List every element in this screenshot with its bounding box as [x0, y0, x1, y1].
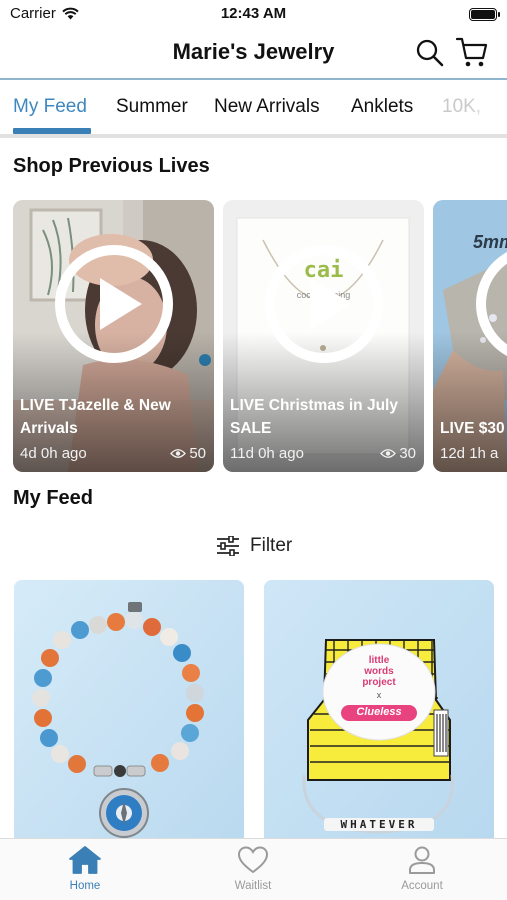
previous-lives-heading: Shop Previous Lives	[13, 155, 210, 177]
play-icon	[54, 245, 173, 363]
tabs-fade	[467, 82, 507, 132]
live-title: LIVE TJazelle & New Arrivals	[20, 397, 171, 437]
filter-sliders-icon	[217, 536, 239, 556]
tab-anklets[interactable]: Anklets	[351, 96, 413, 118]
nav-home-label: Home	[69, 880, 101, 892]
view-count-label: 50	[189, 445, 206, 462]
view-count-label: 30	[399, 445, 416, 462]
tab-summer[interactable]: Summer	[116, 96, 188, 118]
live-time-ago: 4d 0h ago	[20, 445, 87, 462]
nav-account[interactable]: Account	[372, 845, 472, 892]
tag-x: x	[376, 690, 382, 700]
tabs-divider	[0, 134, 507, 138]
live-time-ago: 12d 1h a	[440, 445, 499, 462]
feed-heading: My Feed	[13, 487, 94, 509]
status-time: 12:43 AM	[220, 5, 287, 22]
bottom-tab-bar: Home Waitlist Account	[0, 838, 507, 900]
tag-brand: Clueless	[356, 706, 402, 718]
heart-icon	[237, 846, 269, 874]
tab-new-arrivals[interactable]: New Arrivals	[214, 96, 320, 118]
search-button[interactable]	[415, 38, 445, 68]
play-icon	[476, 252, 507, 356]
product-card[interactable]: little words project x Clueless WHATEVER	[264, 580, 494, 850]
tab-my-feed[interactable]: My Feed	[13, 96, 87, 118]
app-header: Marie's Jewelry	[0, 28, 507, 78]
nav-waitlist[interactable]: Waitlist	[203, 845, 303, 892]
product-image-bracelet	[14, 580, 244, 850]
live-card[interactable]: LIVE TJazelle & New Arrivals 4d 0h ago 5…	[13, 200, 214, 472]
bracelet-word: WHATEVER	[324, 818, 434, 831]
eye-icon	[380, 449, 397, 458]
battery-icon	[469, 8, 500, 21]
tag-line-2: words	[364, 666, 394, 677]
tag-line-1: little	[368, 655, 390, 666]
tag-line-3: project	[362, 677, 396, 688]
account-icon	[409, 846, 435, 874]
live-title: LIVE $30	[440, 420, 505, 437]
product-card[interactable]	[14, 580, 244, 850]
live-title: LIVE Christmas in July SALE	[230, 397, 398, 437]
filter-button[interactable]: Filter	[216, 533, 292, 559]
filter-label: Filter	[250, 535, 293, 556]
cart-button[interactable]	[455, 36, 489, 68]
play-icon	[264, 245, 383, 363]
live-view-count: 30	[380, 445, 416, 462]
nav-home[interactable]: Home	[35, 845, 135, 892]
home-icon	[69, 846, 101, 874]
live-card[interactable]: 5mm LIVE $30 12d 1h a	[433, 200, 507, 472]
live-view-count: 50	[170, 445, 206, 462]
nav-account-label: Account	[401, 880, 443, 892]
eye-icon	[170, 449, 187, 458]
nav-waitlist-label: Waitlist	[234, 880, 272, 892]
live-time-ago: 11d 0h ago	[230, 445, 304, 462]
status-bar: Carrier 12:43 AM	[0, 0, 507, 28]
cart-icon	[455, 37, 488, 67]
search-icon	[416, 39, 444, 67]
live-card[interactable]: cai cool meaning LIVE Christmas in July …	[223, 200, 424, 472]
